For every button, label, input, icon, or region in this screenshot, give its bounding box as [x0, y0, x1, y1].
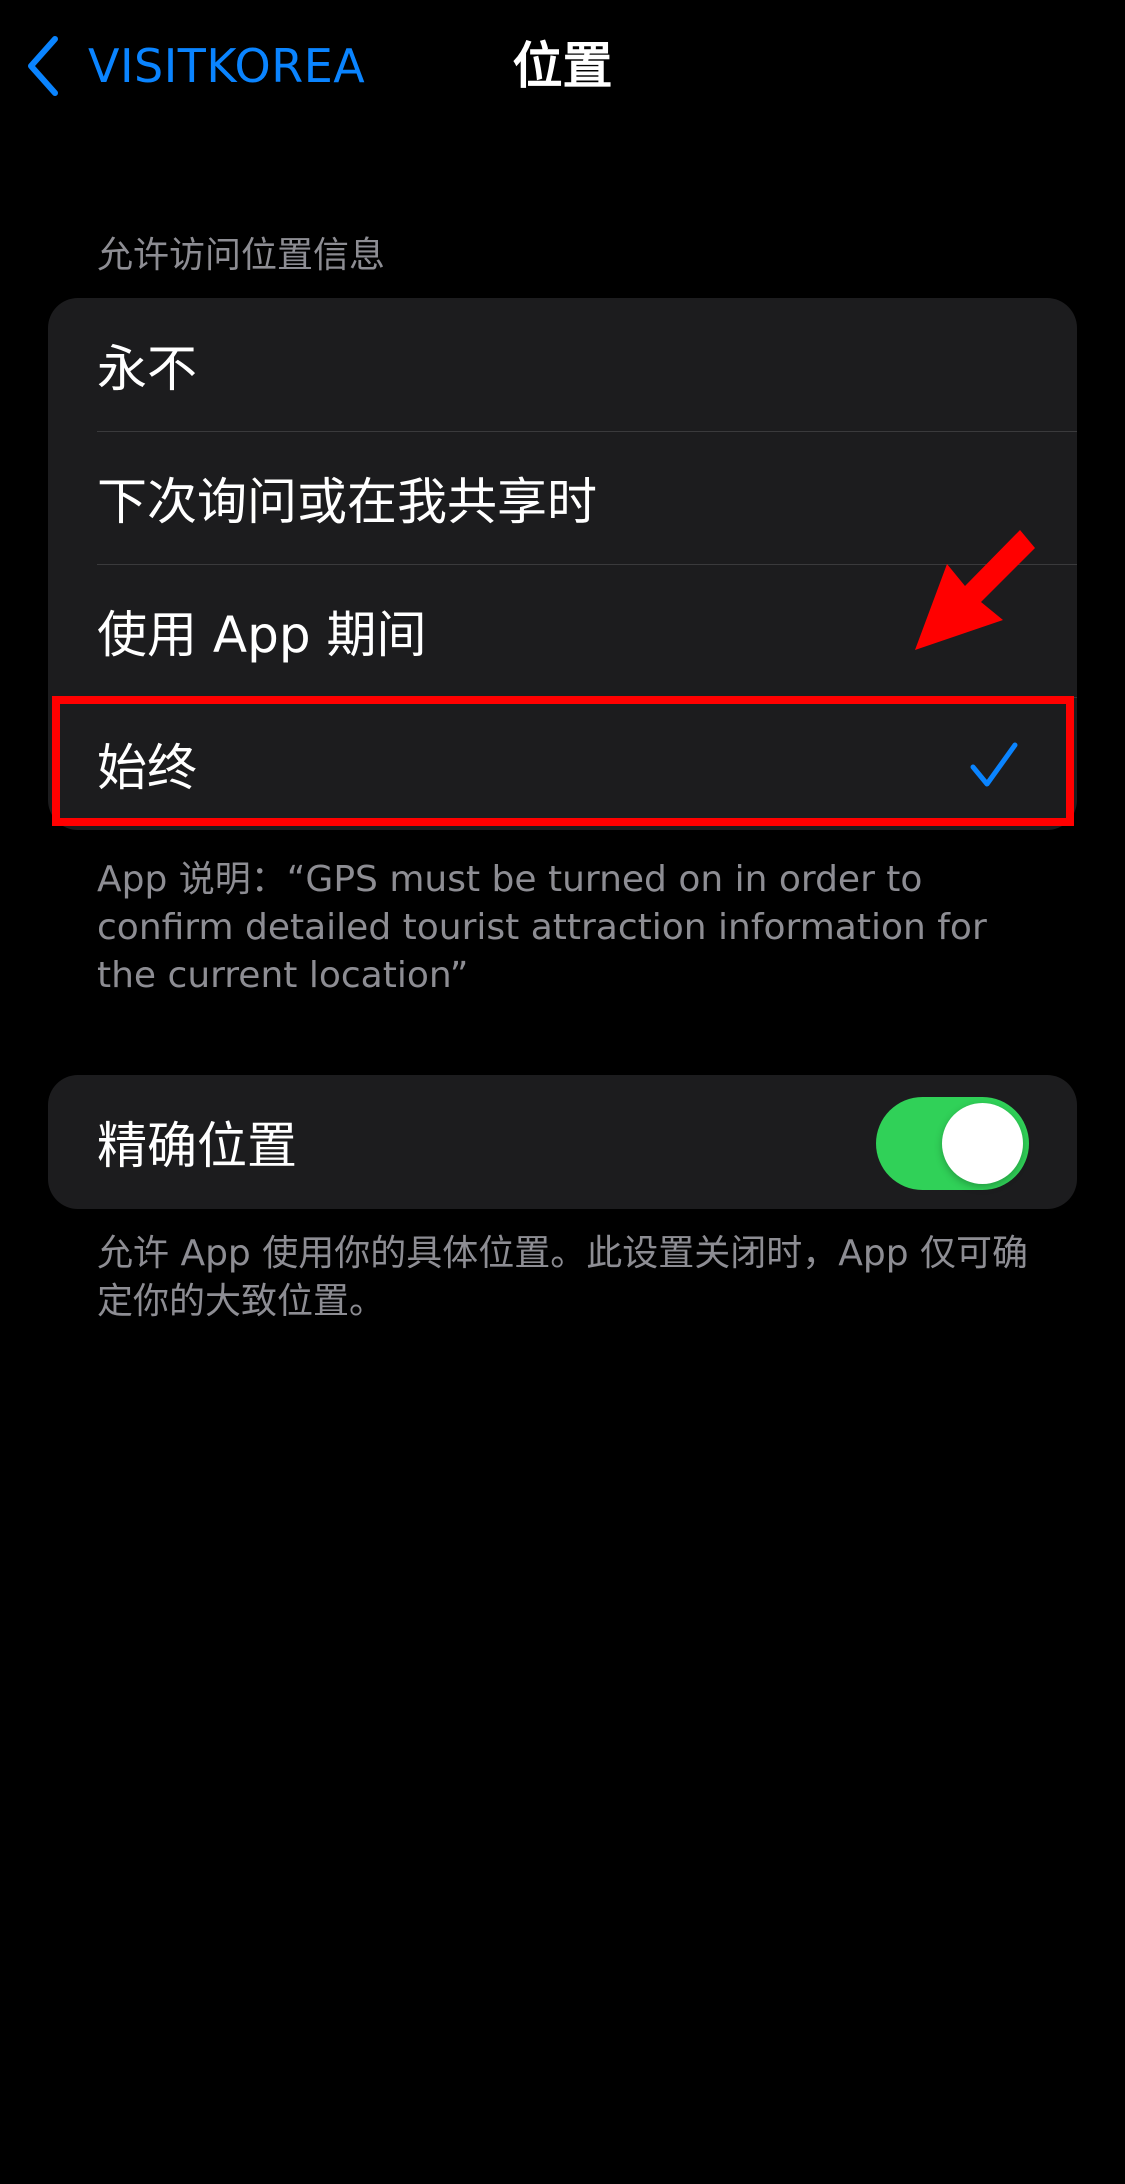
option-always[interactable]: 始终	[48, 697, 1077, 830]
option-never[interactable]: 永不	[48, 298, 1077, 431]
option-label: 永不	[97, 339, 197, 398]
precise-location-row: 精确位置	[48, 1075, 1077, 1209]
option-label: 使用 App 期间	[97, 605, 427, 664]
precise-location-description: 允许 App 使用你的具体位置。此设置关闭时，App 仅可确定你的大致位置。	[97, 1233, 1028, 1322]
page-title: 位置	[512, 37, 613, 95]
checkmark-icon	[970, 742, 1018, 787]
option-label: 下次询问或在我共享时	[97, 472, 597, 531]
toggle-knob	[942, 1103, 1023, 1184]
precise-location-toggle[interactable]	[876, 1097, 1029, 1190]
location-access-options: 永不 下次询问或在我共享时 使用 App 期间 始终	[48, 298, 1077, 830]
option-ask-next-time[interactable]: 下次询问或在我共享时	[48, 431, 1077, 564]
navigation-bar: VISITKOREA 位置	[0, 0, 1125, 132]
precise-location-group: 精确位置	[48, 1075, 1077, 1209]
app-purpose-description: App 说明：“GPS must be turned on in order t…	[97, 859, 987, 996]
option-while-using-app[interactable]: 使用 App 期间	[48, 564, 1077, 697]
precise-location-label: 精确位置	[97, 1117, 297, 1175]
option-label: 始终	[97, 738, 197, 797]
section-header-location-access: 允许访问位置信息	[97, 235, 386, 276]
